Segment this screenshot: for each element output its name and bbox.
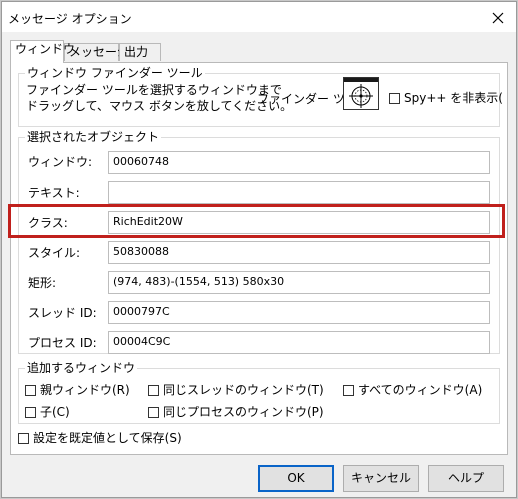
title-bar: メッセージ オプション [2, 2, 516, 32]
rect-label: 矩形: [28, 276, 57, 290]
finder-description-line2: ドラッグして、マウス ボタンを放してください。 [26, 99, 293, 113]
text-field[interactable] [108, 181, 490, 204]
help-button[interactable]: ヘルプ [428, 465, 504, 492]
class-label: クラス: [28, 216, 68, 230]
style-label: スタイル: [28, 246, 81, 260]
same-thread-checkbox-box[interactable] [148, 385, 159, 396]
window-handle-field[interactable]: 00060748 [108, 151, 490, 174]
child-checkbox-box[interactable] [25, 407, 36, 418]
tab-window[interactable]: ウィンドウ [10, 40, 75, 63]
all-windows-checkbox-box[interactable] [343, 385, 354, 396]
child-checkbox[interactable]: 子(C) [25, 403, 70, 420]
hide-spy-label: Spy++ を非表示( [404, 91, 503, 105]
selected-group-legend: 選択されたオブジェクト [25, 129, 162, 145]
process-id-field[interactable]: 00004C9C [108, 331, 490, 354]
process-id-label: プロセス ID: [28, 336, 97, 350]
hide-spy-checkbox[interactable]: Spy++ を非表示( [389, 89, 503, 106]
same-process-checkbox-box[interactable] [148, 407, 159, 418]
style-field[interactable]: 50830088 [108, 241, 490, 264]
finder-description: ファインダー ツールを選択するウィンドウまで ドラッグして、マウス ボタンを放し… [26, 82, 292, 114]
rect-field[interactable]: (974, 483)-(1554, 513) 580x30 [108, 271, 490, 294]
thread-id-label: スレッド ID: [28, 306, 97, 320]
additional-windows-group: 追加するウィンドウ 親ウィンドウ(R) 同じスレッドのウィンドウ(T) すべての… [18, 360, 500, 424]
same-process-checkbox[interactable]: 同じプロセスのウィンドウ(P) [148, 403, 324, 420]
selected-object-group: 選択されたオブジェクト ウィンドウ: 00060748 テキスト: クラス: R… [18, 129, 500, 354]
tab-output[interactable]: 出力 [119, 43, 161, 61]
save-default-checkbox[interactable]: 設定を既定値として保存(S) [18, 429, 182, 446]
save-default-label: 設定を既定値として保存(S) [33, 431, 182, 445]
message-options-dialog: メッセージ オプション ウィンドウ メッセージ 出力 ウィンドウ ファインダー … [1, 1, 517, 498]
parent-window-label: 親ウィンドウ(R) [40, 383, 130, 397]
finder-tool-group: ウィンドウ ファインダー ツール ファインダー ツールを選択するウィンドウまで … [18, 65, 503, 127]
close-button[interactable] [488, 8, 508, 28]
text-label: テキスト: [28, 186, 80, 200]
cancel-button[interactable]: キャンセル [343, 465, 419, 492]
same-process-label: 同じプロセスのウィンドウ(P) [163, 405, 324, 419]
parent-window-checkbox-box[interactable] [25, 385, 36, 396]
additional-group-legend: 追加するウィンドウ [25, 360, 138, 376]
finder-group-legend: ウィンドウ ファインダー ツール [25, 65, 205, 81]
same-thread-checkbox[interactable]: 同じスレッドのウィンドウ(T) [148, 381, 324, 398]
child-label: 子(C) [40, 405, 70, 419]
hide-spy-checkbox-box[interactable] [389, 93, 400, 104]
parent-window-checkbox[interactable]: 親ウィンドウ(R) [25, 381, 130, 398]
thread-id-field[interactable]: 0000797C [108, 301, 490, 324]
close-icon [492, 12, 504, 24]
all-windows-label: すべてのウィンドウ(A) [358, 383, 483, 397]
all-windows-checkbox[interactable]: すべてのウィンドウ(A) [343, 381, 482, 398]
same-thread-label: 同じスレッドのウィンドウ(T) [163, 383, 324, 397]
finder-description-line1: ファインダー ツールを選択するウィンドウまで [26, 83, 282, 97]
window-handle-label: ウィンドウ: [28, 155, 93, 169]
class-field[interactable]: RichEdit20W [108, 211, 490, 234]
window-tab-panel: ウィンドウ ファインダー ツール ファインダー ツールを選択するウィンドウまで … [10, 62, 508, 455]
finder-tool-button[interactable] [343, 77, 379, 110]
crosshair-target-icon [344, 78, 378, 108]
dialog-title: メッセージ オプション [8, 12, 132, 26]
ok-button[interactable]: OK [258, 465, 334, 492]
save-default-checkbox-box[interactable] [18, 433, 29, 444]
